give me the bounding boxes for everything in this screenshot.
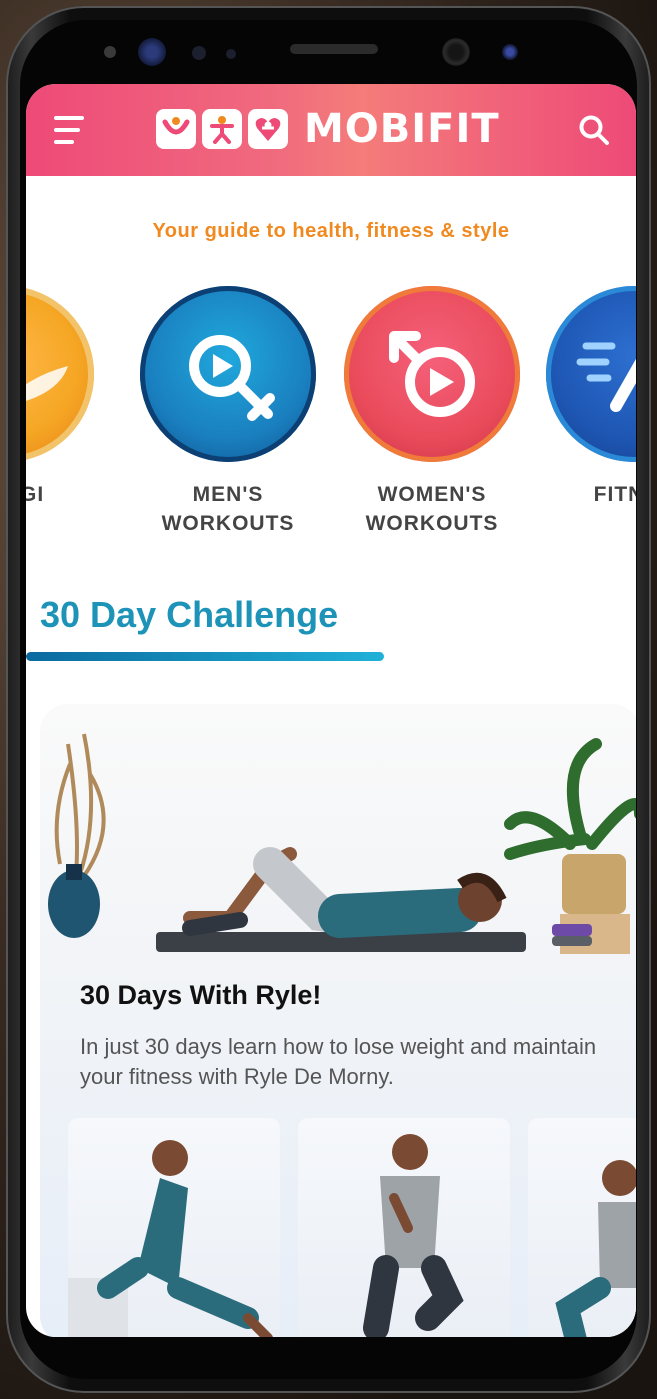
category-womens-workouts[interactable]: WOMEN'S WORKOUTS: [342, 286, 522, 538]
male-play-icon: [140, 286, 316, 462]
challenge-title: 30 Days With Ryle!: [80, 980, 322, 1010]
workout-illustration: [48, 733, 636, 954]
category-label: WOMEN'S WORKOUTS: [365, 483, 499, 535]
app-logo[interactable]: MOBIFIT: [156, 106, 500, 152]
sensor-dot: [104, 46, 116, 58]
challenge-card[interactable]: 30 Days With Ryle! In just 30 days learn…: [40, 704, 636, 1337]
category-mens-workouts[interactable]: MEN'S WORKOUTS: [138, 286, 318, 538]
category-fitness[interactable]: FITNES: [544, 286, 636, 509]
logo-heart-figure-icon: [248, 109, 288, 149]
sensor-dot: [226, 49, 236, 59]
category-label: MEN'S WORKOUTS: [161, 483, 295, 535]
female-play-icon: [344, 286, 520, 462]
tagline: Your guide to health, fitness & style: [152, 220, 510, 242]
iris-scanner-icon: [138, 38, 166, 66]
section-title: 30 Day Challenge: [40, 594, 339, 635]
search-icon[interactable]: [578, 114, 610, 146]
app-bar: MOBIFIT: [26, 84, 636, 176]
exercise-thumbnail[interactable]: [298, 1118, 510, 1337]
logo-heart-yoga-icon: [156, 109, 196, 149]
challenge-description: In just 30 days learn how to lose weight…: [80, 1034, 597, 1089]
section-underline: [26, 652, 384, 661]
running-lines-icon: [546, 286, 636, 462]
sensor-dot: [192, 46, 206, 60]
category-yogi[interactable]: L YOGI: [26, 286, 96, 509]
logo-figure-icon: [202, 109, 242, 149]
exercise-thumbnail[interactable]: [68, 1118, 280, 1337]
app-name: MOBIFIT: [304, 106, 500, 152]
menu-icon[interactable]: [54, 114, 88, 146]
category-label: L YOGI: [26, 483, 45, 506]
app-screen: MOBIFIT Your guide to health, fitness & …: [26, 84, 636, 1337]
lotus-icon: [26, 286, 94, 462]
front-camera-icon: [442, 38, 470, 66]
sensor-dot: [502, 44, 518, 60]
exercise-thumbnail[interactable]: [528, 1118, 636, 1337]
category-label: FITNES: [593, 483, 636, 506]
earpiece-speaker: [290, 44, 378, 54]
